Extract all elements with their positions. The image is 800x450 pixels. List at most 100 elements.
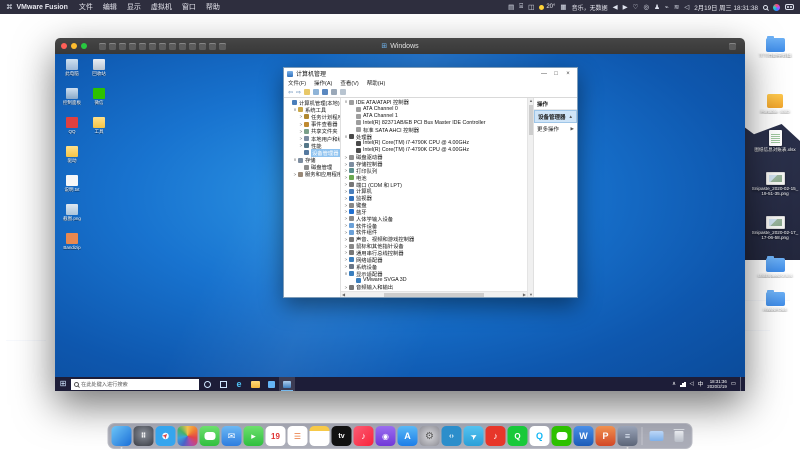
cm-maximize-button[interactable]: □ bbox=[550, 71, 562, 77]
app-status-icon[interactable]: ◎ bbox=[643, 3, 649, 11]
dock-launchpad-icon[interactable]: ⠿ bbox=[134, 426, 154, 446]
computer-management-taskbar-icon[interactable] bbox=[279, 377, 295, 391]
expand-right-icon[interactable]: ▶ bbox=[571, 126, 574, 132]
scrollbar-thumb[interactable] bbox=[529, 105, 533, 135]
network-tray-icon[interactable] bbox=[680, 382, 686, 387]
windows-desktop-icon-控制面板[interactable]: 控制面板 bbox=[59, 88, 85, 105]
dock-telegram-icon[interactable]: ➤ bbox=[464, 426, 484, 446]
sound-icon[interactable] bbox=[209, 43, 216, 50]
mac-desktop-icon-丁丁自动学剪辑[interactable]: 丁丁自动学剪辑 bbox=[751, 38, 799, 58]
dock-podcasts-icon[interactable]: ◉ bbox=[376, 426, 396, 446]
snapshot-icon[interactable] bbox=[109, 43, 116, 50]
menu-编辑[interactable]: 编辑 bbox=[103, 4, 117, 11]
windows-desktop-icon-驱动[interactable]: 驱动 bbox=[59, 146, 85, 163]
tree-item-ATA Channel 1[interactable]: ATA Channel 1 bbox=[341, 113, 527, 120]
cm-menu-操作(A)[interactable]: 操作(A) bbox=[314, 79, 332, 87]
dock-trash-icon[interactable] bbox=[669, 426, 689, 446]
bluetooth-status-icon[interactable]: ⌁ bbox=[665, 3, 669, 11]
dock-safari-icon[interactable]: ➤ bbox=[156, 426, 176, 446]
vmware-title-bar[interactable]: ⊞ Windows bbox=[55, 38, 745, 54]
media-prev-icon[interactable]: ◀ bbox=[613, 3, 618, 11]
show-desktop-button[interactable] bbox=[740, 377, 743, 391]
help-icon[interactable] bbox=[322, 89, 328, 95]
cortana-button[interactable] bbox=[199, 377, 215, 391]
dock-calendar-icon[interactable]: 19 bbox=[266, 426, 286, 446]
edge-taskbar-icon[interactable]: e bbox=[231, 377, 247, 391]
windows-desktop-icon-Bandizip[interactable]: Bandizip bbox=[59, 233, 85, 250]
back-icon[interactable]: ⇦ bbox=[288, 89, 293, 96]
power-icon[interactable] bbox=[119, 43, 126, 50]
tree-item-音频输入和输出[interactable]: >音频输入和输出 bbox=[341, 284, 527, 291]
tree-item-打印队列[interactable]: >打印队列 bbox=[341, 167, 527, 174]
taskbar-clock[interactable]: 18:31:36 2020/2/19 bbox=[707, 379, 727, 389]
actions-device-manager-item[interactable]: 设备管理器 ▲ bbox=[534, 110, 577, 123]
mac-desktop-icon-Snipaste_2020-02-17_17-06-58.png[interactable]: Snipaste_2020-02-17_17-06-58.png bbox=[751, 216, 799, 240]
menu-帮助[interactable]: 帮助 bbox=[206, 4, 220, 11]
dock-notes-icon[interactable] bbox=[310, 426, 330, 446]
dock-qq-icon[interactable]: Q bbox=[530, 426, 550, 446]
dock-word-icon[interactable]: W bbox=[574, 426, 594, 446]
cd-icon[interactable] bbox=[189, 43, 196, 50]
dock-powerpoint-icon[interactable]: P bbox=[596, 426, 616, 446]
dock-tv-icon[interactable]: tv bbox=[332, 426, 352, 446]
dock-netease-music-icon[interactable]: ♪ bbox=[486, 426, 506, 446]
settings-icon[interactable] bbox=[99, 43, 106, 50]
tree-item-服务和应用程序[interactable]: >服务和应用程序 bbox=[284, 171, 340, 178]
control-center-icon[interactable] bbox=[785, 4, 794, 10]
volume-tray-icon[interactable]: ◁ bbox=[690, 381, 694, 387]
menu-虚拟机[interactable]: 虚拟机 bbox=[151, 4, 172, 11]
mac-desktop-icon-Portable_SSD[interactable]: Portable_SSD bbox=[751, 94, 799, 114]
dock-system-preferences-icon[interactable]: ⚙ bbox=[420, 426, 440, 446]
wifi-status-icon[interactable]: ≋ bbox=[674, 3, 679, 11]
dock-messages-icon[interactable] bbox=[200, 426, 220, 446]
taskbar-search-box[interactable]: 在此处键入进行搜索 bbox=[71, 379, 199, 390]
file-explorer-taskbar-icon[interactable] bbox=[247, 377, 263, 391]
usb-icon[interactable] bbox=[179, 43, 186, 50]
cm-menu-帮助(H)[interactable]: 帮助(H) bbox=[367, 79, 386, 87]
mac-desktop-icon-Snipaste_2020-02-15_19-51-35.png[interactable]: Snipaste_2020-02-15_19-51-35.png bbox=[751, 172, 799, 196]
start-button[interactable]: ⊞ bbox=[55, 377, 71, 391]
cm-close-button[interactable]: × bbox=[562, 71, 574, 77]
menu-bar-clock[interactable]: 2月19日 周三 18:31:38 bbox=[694, 3, 758, 12]
camera-icon[interactable] bbox=[169, 43, 176, 50]
ime-indicator[interactable]: 中 bbox=[698, 380, 704, 388]
dock-photos-icon[interactable] bbox=[178, 426, 198, 446]
properties-icon[interactable] bbox=[331, 89, 337, 95]
music-status-text[interactable]: 音乐，无数据 bbox=[572, 3, 608, 12]
mac-desktop-icon-HWiNFO64[interactable]: HWiNFO64 bbox=[751, 292, 799, 312]
windows-desktop-icon-此电脑[interactable]: 此电脑 bbox=[59, 59, 85, 76]
tree-item-键盘[interactable]: >键盘 bbox=[341, 202, 527, 209]
dock-facetime-icon[interactable]: ▸ bbox=[244, 426, 264, 446]
forward-icon[interactable]: ⇨ bbox=[296, 89, 301, 96]
dock-downloads-icon[interactable] bbox=[647, 426, 667, 446]
media-play-icon[interactable]: ▶ bbox=[623, 3, 628, 11]
vertical-scrollbar[interactable]: ▲ ▼ bbox=[527, 98, 533, 297]
file-list-icon[interactable] bbox=[313, 89, 319, 95]
collapse-icon[interactable]: ▲ bbox=[569, 114, 573, 119]
dock-iqiyi-icon[interactable]: Q bbox=[508, 426, 528, 446]
windows-desktop[interactable]: 此电脑回收站控制面板微信QQ工具驱动说明.txt截图.pngBandizip 计… bbox=[55, 54, 745, 391]
task-view-button[interactable] bbox=[215, 377, 231, 391]
zoom-window-button[interactable] bbox=[81, 43, 87, 49]
heart-status-icon[interactable]: ♡ bbox=[633, 3, 639, 11]
display-status-icon[interactable]: ▤ bbox=[508, 3, 514, 11]
dock-finder-icon[interactable] bbox=[112, 426, 132, 446]
tree-item-显示适配器[interactable]: ∨显示适配器 bbox=[341, 270, 527, 277]
mirroring-status-icon[interactable]: ◫ bbox=[528, 3, 534, 11]
windows-desktop-icon-微信[interactable]: 微信 bbox=[86, 88, 112, 105]
menu-app-name[interactable]: VMware Fusion bbox=[17, 4, 68, 11]
horizontal-scrollbar[interactable]: ◀▶ bbox=[341, 291, 527, 297]
tree-item-监视器[interactable]: >监视器 bbox=[341, 195, 527, 202]
menu-显示[interactable]: 显示 bbox=[127, 4, 141, 11]
suspend-icon[interactable] bbox=[129, 43, 136, 50]
menu-文件[interactable]: 文件 bbox=[79, 4, 93, 11]
cm-minimize-button[interactable]: — bbox=[538, 71, 550, 77]
cm-title-bar[interactable]: 计算机管理 — □ × bbox=[284, 68, 577, 79]
cm-menu-查看(V)[interactable]: 查看(V) bbox=[340, 79, 358, 87]
unity-icon[interactable] bbox=[159, 43, 166, 50]
minimize-window-button[interactable] bbox=[71, 43, 77, 49]
windows-desktop-icon-说明.txt[interactable]: 说明.txt bbox=[59, 175, 85, 192]
vm-snapshots-button[interactable] bbox=[729, 43, 736, 50]
store-taskbar-icon[interactable] bbox=[263, 377, 279, 391]
menu-窗口[interactable]: 窗口 bbox=[182, 4, 196, 11]
